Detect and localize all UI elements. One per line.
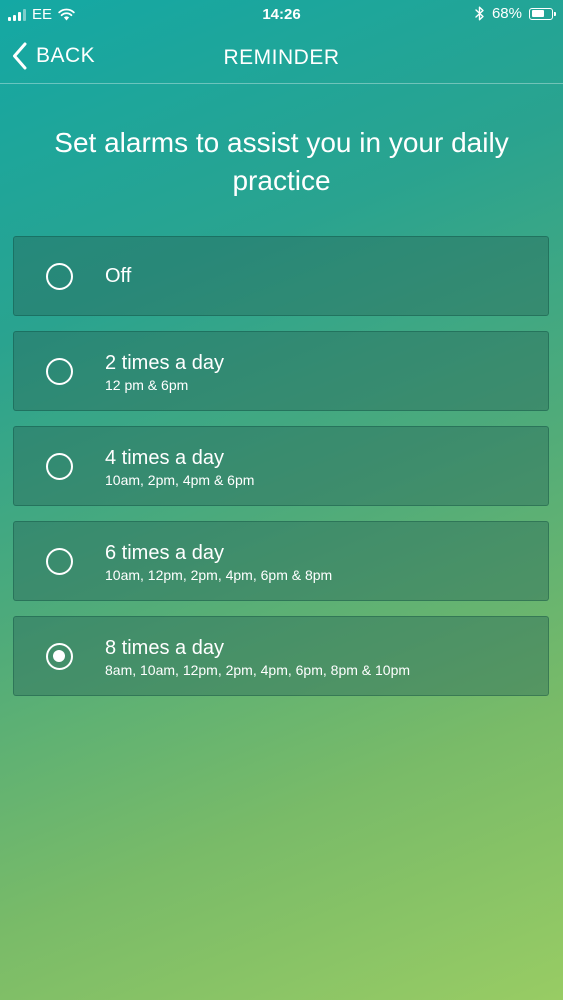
radio-selected-icon[interactable] <box>46 643 73 670</box>
option-text: 6 times a day 10am, 12pm, 2pm, 4pm, 6pm &… <box>105 541 538 584</box>
status-right: 68% <box>475 5 556 22</box>
radio-unselected-icon[interactable] <box>46 548 73 575</box>
reminder-option[interactable]: 4 times a day 10am, 2pm, 4pm & 6pm <box>13 426 549 506</box>
option-subtitle: 8am, 10am, 12pm, 2pm, 4pm, 6pm, 8pm & 10… <box>105 662 411 678</box>
radio-dot <box>53 650 65 662</box>
bluetooth-icon <box>475 6 484 21</box>
page-title: REMINDER <box>223 46 340 69</box>
option-text: 2 times a day 12 pm & 6pm <box>105 351 538 394</box>
battery-level-fill <box>531 10 544 17</box>
option-title: Off <box>105 265 132 287</box>
radio-unselected-icon[interactable] <box>46 453 73 480</box>
option-title: 2 times a day <box>105 352 224 374</box>
option-subtitle: 10am, 12pm, 2pm, 4pm, 6pm & 8pm <box>105 567 333 583</box>
battery-nub <box>554 11 556 16</box>
option-subtitle: 12 pm & 6pm <box>105 377 189 393</box>
reminder-options-list: Off 2 times a day 12 pm & 6pm 4 times a day… <box>13 236 549 711</box>
battery-icon <box>529 7 556 20</box>
navigation-bar: BACK REMINDER <box>0 30 563 84</box>
page-heading: Set alarms to assist you in your daily p… <box>54 127 509 196</box>
option-text: Off <box>105 264 538 288</box>
status-bar: EE 14:26 68% <box>0 0 563 30</box>
reminder-option[interactable]: 8 times a day 8am, 10am, 12pm, 2pm, 4pm, … <box>13 616 549 696</box>
reminder-option[interactable]: Off <box>13 236 549 316</box>
battery-percent: 68% <box>491 5 522 22</box>
option-title: 4 times a day <box>105 447 224 469</box>
option-text: 4 times a day 10am, 2pm, 4pm & 6pm <box>105 446 538 489</box>
option-subtitle: 10am, 2pm, 4pm & 6pm <box>105 472 255 488</box>
radio-unselected-icon[interactable] <box>46 263 73 290</box>
option-title: 8 times a day <box>105 637 224 659</box>
reminder-option[interactable]: 2 times a day 12 pm & 6pm <box>13 331 549 411</box>
reminder-option[interactable]: 6 times a day 10am, 12pm, 2pm, 4pm, 6pm &… <box>13 521 549 601</box>
option-text: 8 times a day 8am, 10am, 12pm, 2pm, 4pm, … <box>105 636 538 679</box>
radio-unselected-icon[interactable] <box>46 358 73 385</box>
option-title: 6 times a day <box>105 542 224 564</box>
